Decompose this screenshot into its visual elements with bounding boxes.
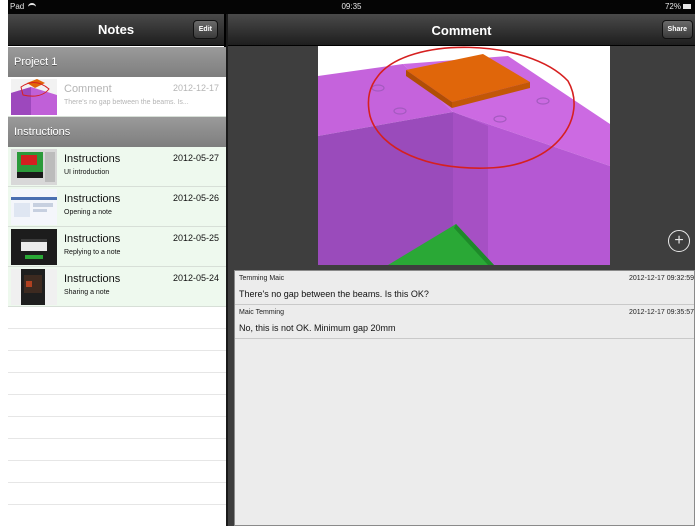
comment-timestamp: 2012-12-17 09:32:59: [629, 275, 694, 282]
empty-row: [8, 483, 226, 505]
note-row-comment[interactable]: Comment 2012-12-17 There's no gap betwee…: [8, 77, 226, 117]
edit-button[interactable]: Edit: [192, 20, 218, 39]
note-date: 2012-12-17: [172, 83, 219, 93]
section-header-project: Project 1: [8, 47, 226, 77]
notes-navbar: Notes Edit: [8, 14, 224, 46]
note-title: Comment: [64, 83, 112, 95]
empty-row: [8, 417, 226, 439]
note-subtitle: Opening a note: [64, 209, 112, 216]
status-right: 72%: [665, 2, 691, 11]
empty-row: [8, 329, 226, 351]
note-thumbnail: [11, 149, 57, 185]
status-bar: Pad 09:35 72%: [8, 0, 695, 14]
note-date: 2012-05-27: [172, 153, 219, 163]
comment-text: There's no gap between the beams. Is thi…: [239, 289, 429, 299]
note-thumbnail: [11, 269, 57, 305]
comment-author: Temming Maic: [239, 275, 285, 282]
comment-text: No, this is not OK. Minimum gap 20mm: [239, 323, 396, 333]
empty-row: [8, 307, 226, 329]
note-row-instructions-4[interactable]: Instructions 2012-05-24 Sharing a note: [8, 267, 226, 307]
model-viewer[interactable]: [318, 46, 610, 265]
empty-row: [8, 373, 226, 395]
empty-row: [8, 461, 226, 483]
empty-row: [8, 505, 226, 526]
note-title: Instructions: [64, 273, 121, 285]
note-subtitle: Replying to a note: [64, 249, 121, 256]
empty-row: [8, 439, 226, 461]
comment-thread: Temming Maic 2012-12-17 09:32:59 There's…: [234, 270, 695, 526]
note-row-instructions-2[interactable]: Instructions 2012-05-26 Opening a note: [8, 187, 226, 227]
model-image: [318, 46, 610, 265]
note-row-instructions-1[interactable]: Instructions 2012-05-27 UI introduction: [8, 147, 226, 187]
note-date: 2012-05-26: [172, 193, 219, 203]
comment-navbar: Comment Share: [228, 14, 695, 46]
battery-icon: [683, 4, 691, 9]
share-button[interactable]: Share: [661, 20, 693, 39]
comment-author: Maic Temming: [239, 309, 284, 316]
section-header-instructions: Instructions: [8, 117, 226, 147]
comment-entry: Maic Temming 2012-12-17 09:35:57 No, thi…: [235, 305, 694, 339]
note-preview: There's no gap between the beams. Is...: [64, 99, 189, 106]
note-title: Instructions: [64, 233, 121, 245]
empty-row: [8, 395, 226, 417]
status-time: 09:35: [341, 2, 362, 11]
note-row-instructions-3[interactable]: Instructions 2012-05-25 Replying to a no…: [8, 227, 226, 267]
note-title: Instructions: [64, 193, 121, 205]
note-subtitle: Sharing a note: [64, 289, 110, 296]
note-date: 2012-05-25: [172, 233, 219, 243]
comment-title: Comment: [431, 23, 492, 38]
empty-row: [8, 351, 226, 373]
comment-timestamp: 2012-12-17 09:35:57: [629, 309, 694, 316]
battery-percent: 72%: [664, 2, 681, 11]
notes-title: Notes: [97, 22, 135, 37]
note-thumbnail: [11, 189, 57, 225]
note-thumbnail: [11, 229, 57, 265]
note-subtitle: UI introduction: [64, 169, 110, 176]
note-thumbnail: [11, 79, 57, 115]
add-comment-button[interactable]: +: [668, 230, 690, 252]
comment-entry: Temming Maic 2012-12-17 09:32:59 There's…: [235, 271, 694, 305]
note-date: 2012-05-24: [172, 273, 219, 283]
note-title: Instructions: [64, 153, 121, 165]
notes-master-pane: Notes Edit Project 1 Comment 2012-12-17 …: [8, 14, 226, 526]
comment-detail-pane: Comment Share + Temming Maic 2012-12-17 …: [228, 14, 695, 526]
ipad-screen: Pad 09:35 72% Notes Edit Project 1 Comme…: [8, 0, 695, 526]
